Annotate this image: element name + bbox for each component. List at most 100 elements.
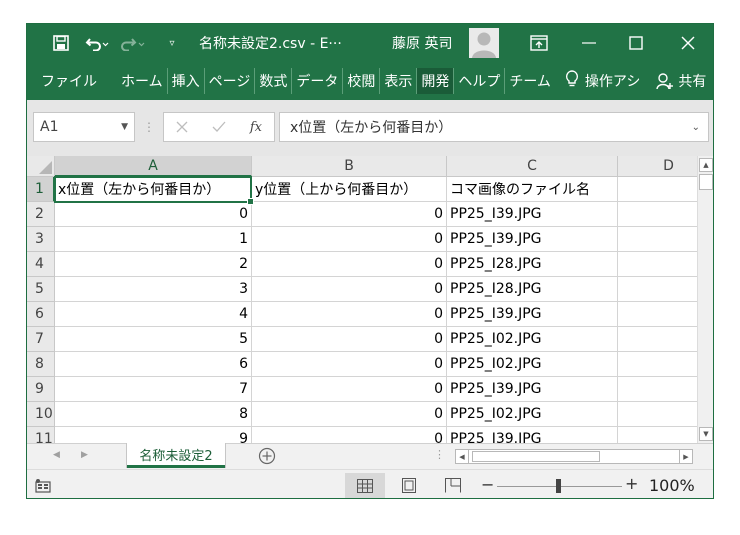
table-cell[interactable]: 8 — [55, 402, 252, 427]
table-cell[interactable]: 0 — [252, 427, 447, 443]
table-cell[interactable]: 5 — [55, 327, 252, 352]
scroll-right-icon[interactable]: ▶ — [679, 450, 692, 463]
save-icon[interactable] — [49, 24, 73, 62]
table-cell[interactable] — [618, 352, 697, 377]
expand-formula-icon[interactable]: ⌄ — [692, 122, 700, 133]
table-cell[interactable]: 0 — [252, 302, 447, 327]
table-cell[interactable] — [618, 277, 697, 302]
insert-function-icon[interactable]: fx — [250, 120, 262, 135]
table-cell[interactable]: PP25_I02.JPG — [447, 352, 618, 377]
redo-icon[interactable] — [119, 24, 149, 62]
table-cell[interactable]: 4 — [55, 302, 252, 327]
name-box[interactable]: A1 ▼ — [33, 112, 135, 142]
ribbon-display-options-icon[interactable] — [522, 24, 556, 62]
table-cell[interactable]: 9 — [55, 427, 252, 443]
table-cell[interactable]: 0 — [252, 277, 447, 302]
zoom-out-button[interactable]: − — [481, 475, 494, 494]
vertical-scroll-thumb[interactable] — [699, 174, 713, 190]
row-header[interactable]: 3 — [27, 227, 55, 252]
row-header[interactable]: 6 — [27, 302, 55, 327]
column-header-a[interactable]: A — [55, 156, 252, 177]
table-cell[interactable] — [618, 427, 697, 443]
maximize-icon[interactable] — [619, 24, 653, 62]
fill-handle[interactable] — [247, 198, 254, 205]
select-all-button[interactable] — [27, 156, 55, 177]
page-break-preview-icon[interactable] — [433, 473, 473, 498]
horizontal-scroll-thumb[interactable] — [472, 451, 600, 462]
formula-input[interactable]: x位置（左から何番目か） ⌄ — [279, 112, 709, 142]
scroll-up-icon[interactable]: ▲ — [699, 158, 713, 172]
table-cell[interactable]: PP25_I28.JPG — [447, 277, 618, 302]
undo-icon[interactable] — [83, 24, 113, 62]
minimize-icon[interactable] — [572, 24, 606, 62]
table-cell[interactable]: PP25_I39.JPG — [447, 302, 618, 327]
prev-sheet-icon[interactable]: ◀ — [53, 450, 60, 460]
table-cell[interactable]: 0 — [252, 377, 447, 402]
page-layout-view-icon[interactable] — [389, 473, 429, 498]
tab-developer[interactable]: 開発 — [416, 68, 454, 94]
table-cell[interactable]: PP25_I28.JPG — [447, 252, 618, 277]
tab-team[interactable]: チーム — [504, 68, 555, 94]
row-header[interactable]: 1 — [27, 177, 55, 202]
zoom-level[interactable]: 100% — [649, 476, 695, 495]
table-cell[interactable] — [618, 327, 697, 352]
row-header[interactable]: 9 — [27, 377, 55, 402]
row-header[interactable]: 10 — [27, 402, 55, 427]
tell-me-search[interactable]: 操作アシ — [585, 71, 640, 91]
tab-help[interactable]: ヘルプ — [453, 68, 504, 94]
table-cell[interactable]: 1 — [55, 227, 252, 252]
zoom-in-button[interactable]: + — [625, 474, 638, 493]
macro-record-icon[interactable] — [35, 478, 51, 497]
column-header-d[interactable]: D — [618, 156, 697, 177]
next-sheet-icon[interactable]: ▶ — [81, 450, 88, 460]
row-header[interactable]: 4 — [27, 252, 55, 277]
table-cell[interactable]: コマ画像のファイル名 — [447, 177, 618, 202]
table-cell[interactable]: 0 — [252, 252, 447, 277]
table-cell[interactable]: 0 — [252, 327, 447, 352]
tab-page-layout[interactable]: ページ — [203, 68, 255, 94]
tab-formulas[interactable]: 数式 — [254, 68, 291, 94]
column-header-c[interactable]: C — [447, 156, 618, 177]
row-header[interactable]: 8 — [27, 352, 55, 377]
column-header-b[interactable]: B — [252, 156, 447, 177]
table-cell[interactable]: 7 — [55, 377, 252, 402]
vertical-scrollbar[interactable]: ▲ ▼ — [697, 156, 713, 443]
table-cell[interactable]: PP25_I02.JPG — [447, 327, 618, 352]
table-cell[interactable]: y位置（上から何番目か） — [252, 177, 447, 202]
table-cell[interactable]: 2 — [55, 252, 252, 277]
close-icon[interactable] — [671, 24, 705, 62]
table-cell[interactable]: PP25_I39.JPG — [447, 377, 618, 402]
scroll-left-icon[interactable]: ◀ — [456, 450, 469, 463]
scroll-down-icon[interactable]: ▼ — [699, 427, 713, 441]
table-cell[interactable] — [618, 202, 697, 227]
row-header[interactable]: 2 — [27, 202, 55, 227]
row-header[interactable]: 7 — [27, 327, 55, 352]
chevron-down-icon[interactable]: ▼ — [121, 122, 128, 132]
tab-data[interactable]: データ — [291, 68, 342, 94]
user-name[interactable]: 藤原 英司 — [392, 24, 452, 62]
tab-file[interactable]: ファイル — [37, 68, 107, 94]
tab-home[interactable]: ホーム — [117, 68, 167, 94]
table-cell[interactable] — [618, 227, 697, 252]
tab-insert[interactable]: 挿入 — [166, 68, 204, 94]
table-cell[interactable]: PP25_I39.JPG — [447, 227, 618, 252]
table-cell[interactable]: 0 — [252, 352, 447, 377]
table-cell[interactable]: 0 — [252, 227, 447, 252]
table-cell[interactable] — [618, 252, 697, 277]
customize-quick-access-icon[interactable]: ▿ — [163, 24, 181, 62]
table-cell[interactable]: PP25_I39.JPG — [447, 202, 618, 227]
row-header[interactable]: 5 — [27, 277, 55, 302]
sheet-tab[interactable]: 名称未設定2 — [127, 443, 225, 468]
table-cell[interactable]: 6 — [55, 352, 252, 377]
table-cell[interactable]: 3 — [55, 277, 252, 302]
table-cell[interactable]: 0 — [252, 402, 447, 427]
table-cell[interactable]: PP25_I02.JPG — [447, 402, 618, 427]
table-cell[interactable] — [618, 377, 697, 402]
lightbulb-icon[interactable] — [565, 70, 579, 92]
horizontal-scrollbar[interactable]: ◀ ▶ — [455, 449, 693, 464]
cancel-icon[interactable] — [176, 118, 188, 137]
table-cell[interactable]: PP25_I39.JPG — [447, 427, 618, 443]
tab-view[interactable]: 表示 — [379, 68, 416, 94]
avatar[interactable] — [469, 24, 501, 62]
tab-review[interactable]: 校閲 — [342, 68, 379, 94]
